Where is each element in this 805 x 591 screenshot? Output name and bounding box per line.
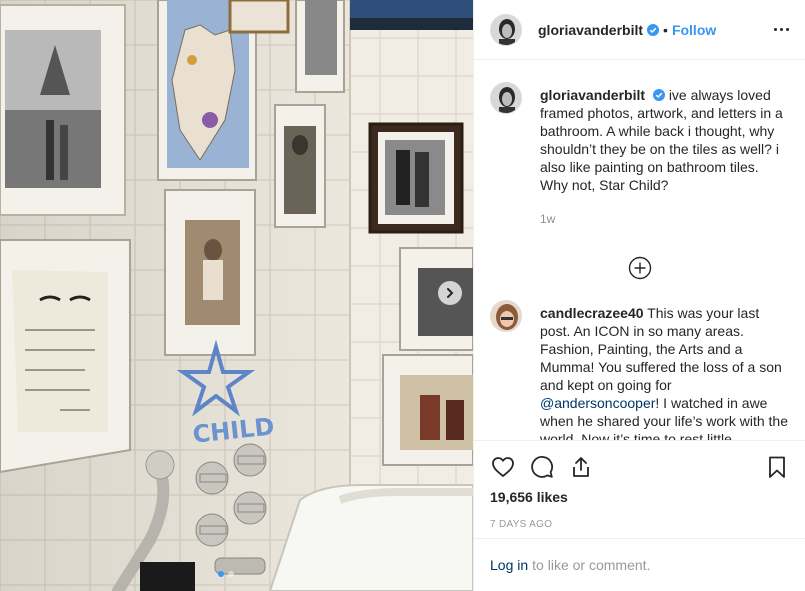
verified-badge-icon	[647, 23, 660, 36]
heart-icon	[492, 457, 514, 477]
caption-time[interactable]: 1w	[540, 210, 789, 228]
verified-badge-icon	[652, 89, 665, 101]
like-button[interactable]	[490, 454, 516, 480]
carousel-next-button[interactable]	[438, 281, 462, 305]
profile-photo	[491, 301, 521, 331]
login-link[interactable]: Log in	[490, 557, 528, 573]
follow-button[interactable]: Follow	[672, 22, 716, 38]
post-photo[interactable]: CHILD	[0, 0, 473, 591]
share-button[interactable]	[568, 454, 594, 480]
header-separator: •	[663, 21, 668, 38]
bookmark-icon	[769, 456, 785, 478]
share-icon	[573, 457, 589, 477]
post-sidebar: gloriavanderbilt • Follow gloriavanderbi…	[473, 0, 805, 591]
comment-item: candlecrazee40 This was your last post. …	[490, 300, 789, 440]
login-prompt: Log in to like or comment.	[474, 538, 805, 591]
likes-count[interactable]: 19,656 likes	[490, 489, 790, 505]
avatar[interactable]	[490, 13, 522, 46]
avatar[interactable]	[490, 300, 522, 332]
profile-photo	[491, 14, 521, 45]
avatar[interactable]	[490, 82, 522, 114]
load-more-icon[interactable]	[628, 256, 652, 280]
comments-section[interactable]: gloriavanderbilt ive always loved framed…	[474, 60, 805, 440]
comment-mention-link[interactable]: @andersoncooper	[540, 395, 655, 411]
profile-photo	[491, 83, 521, 113]
comment-username[interactable]: candlecrazee40	[540, 305, 644, 321]
comment-button[interactable]	[529, 454, 555, 480]
more-options-icon[interactable]	[774, 20, 789, 39]
carousel-dot	[228, 571, 234, 577]
caption-username[interactable]: gloriavanderbilt	[540, 87, 645, 103]
bathroom-photo-illustration: CHILD	[0, 0, 473, 591]
header-username[interactable]: gloriavanderbilt	[538, 22, 643, 38]
login-prompt-text: to like or comment.	[532, 557, 651, 573]
post-actions: 19,656 likes 7 DAYS AGO	[474, 440, 805, 530]
comment-icon	[531, 456, 553, 478]
carousel-dot-active	[218, 571, 224, 577]
post-date[interactable]: 7 DAYS AGO	[490, 519, 790, 530]
carousel-indicator	[218, 571, 234, 577]
save-button[interactable]	[764, 454, 790, 480]
post-header: gloriavanderbilt • Follow	[474, 0, 805, 60]
caption: gloriavanderbilt ive always loved framed…	[490, 82, 789, 228]
chevron-right-icon	[447, 288, 454, 298]
